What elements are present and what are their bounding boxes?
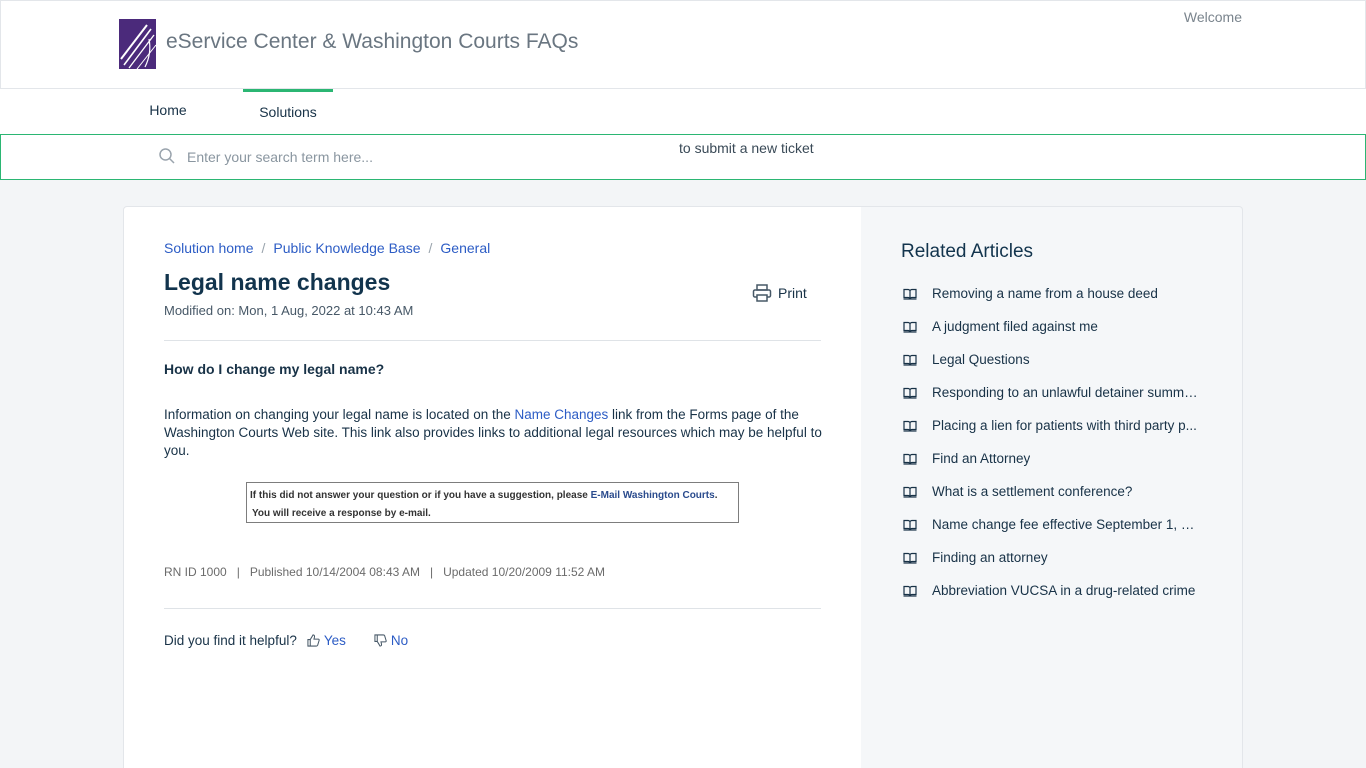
- book-icon: [903, 486, 917, 498]
- related-article-title: Placing a lien for patients with third p…: [932, 418, 1197, 433]
- book-icon: [903, 552, 917, 564]
- breadcrumb-public-knowledge-base[interactable]: Public Knowledge Base: [273, 240, 420, 256]
- book-icon: [903, 321, 917, 333]
- feedback-yes-button[interactable]: Yes: [307, 633, 346, 648]
- tab-home[interactable]: Home: [125, 89, 211, 134]
- notice-line-2: You will receive a response by e-mail.: [252, 508, 431, 519]
- modified-date: Modified on: Mon, 1 Aug, 2022 at 10:43 A…: [164, 303, 414, 318]
- feedback-yes-label: Yes: [323, 633, 346, 648]
- related-article-title: A judgment filed against me: [932, 319, 1098, 334]
- search-icon: [159, 148, 175, 164]
- related-article-item[interactable]: What is a settlement conference?: [903, 475, 1200, 508]
- article-body: Information on changing your legal name …: [164, 406, 824, 460]
- notice-text: If this did not answer your question or …: [250, 490, 591, 501]
- related-article-title: What is a settlement conference?: [932, 484, 1133, 499]
- name-changes-link[interactable]: Name Changes: [514, 407, 608, 422]
- site-logo[interactable]: [119, 19, 156, 69]
- welcome-text: Welcome: [1183, 9, 1242, 25]
- related-article-title: Responding to an unlawful detainer summo…: [932, 385, 1200, 400]
- feedback-question: Did you find it helpful?: [164, 633, 297, 648]
- related-article-title: Legal Questions: [932, 352, 1030, 367]
- main-nav: Home Solutions: [0, 89, 1366, 134]
- related-article-item[interactable]: Find an Attorney: [903, 442, 1200, 475]
- related-articles-list: Removing a name from a house deed A judg…: [903, 277, 1200, 607]
- breadcrumb: Solution home / Public Knowledge Base / Gene…: [164, 240, 490, 256]
- related-article-item[interactable]: Abbreviation VUCSA in a drug-related cri…: [903, 574, 1200, 607]
- related-article-item[interactable]: A judgment filed against me: [903, 310, 1200, 343]
- book-icon: [903, 420, 917, 432]
- article-question: How do I change my legal name?: [164, 361, 385, 377]
- divider: [164, 608, 821, 609]
- thumbs-up-icon: [307, 634, 320, 647]
- related-article-title: Abbreviation VUCSA in a drug-related cri…: [932, 583, 1196, 598]
- book-icon: [903, 453, 917, 465]
- submit-ticket-text: to submit a new ticket: [679, 140, 814, 156]
- book-icon: [903, 354, 917, 366]
- breadcrumb-separator: /: [428, 240, 433, 256]
- divider: [164, 340, 821, 341]
- printer-icon: [752, 284, 772, 302]
- breadcrumb-separator: /: [261, 240, 266, 256]
- book-icon: [903, 519, 917, 531]
- article-meta: RN ID 1000 | Published 10/14/2004 08:43 AM…: [164, 565, 605, 579]
- article-title: Legal name changes: [164, 269, 391, 295]
- book-icon: [903, 585, 917, 597]
- rn-id: RN ID 1000: [164, 565, 227, 579]
- print-label: Print: [778, 285, 807, 301]
- book-icon: [903, 288, 917, 300]
- breadcrumb-solution-home[interactable]: Solution home: [164, 240, 254, 256]
- feedback-no-button[interactable]: No: [374, 633, 408, 648]
- contact-notice-box: If this did not answer your question or …: [246, 482, 739, 523]
- notice-line-1: If this did not answer your question or …: [250, 487, 735, 505]
- related-articles-panel: Related Articles Removing a name from a …: [861, 206, 1243, 768]
- breadcrumb-general[interactable]: General: [440, 240, 490, 256]
- related-articles-title: Related Articles: [901, 241, 1034, 262]
- related-article-title: Removing a name from a house deed: [932, 286, 1158, 301]
- related-article-item[interactable]: Placing a lien for patients with third p…: [903, 409, 1200, 442]
- related-article-item[interactable]: Legal Questions: [903, 343, 1200, 376]
- search-bar: to submit a new ticket: [0, 134, 1366, 180]
- print-button[interactable]: Print: [752, 281, 807, 305]
- related-article-item[interactable]: Name change fee effective September 1, 2…: [903, 508, 1200, 541]
- updated-date: Updated 10/20/2009 11:52 AM: [443, 565, 605, 579]
- email-washington-courts-link[interactable]: E-Mail Washington Courts: [591, 490, 715, 501]
- body-text-part: Information on changing your legal name …: [164, 407, 515, 422]
- feedback-section: Did you find it helpful? Yes No: [164, 633, 408, 648]
- related-article-item[interactable]: Removing a name from a house deed: [903, 277, 1200, 310]
- notice-text: .: [714, 490, 718, 501]
- thumbs-down-icon: [374, 634, 387, 647]
- tab-solutions[interactable]: Solutions: [243, 89, 333, 134]
- published-date: Published 10/14/2004 08:43 AM: [249, 565, 420, 579]
- search-input[interactable]: [179, 143, 579, 171]
- related-article-title: Finding an attorney: [932, 550, 1048, 565]
- related-article-title: Find an Attorney: [932, 451, 1031, 466]
- book-icon: [903, 387, 917, 399]
- related-article-title: Name change fee effective September 1, 2…: [932, 517, 1200, 532]
- related-article-item[interactable]: Finding an attorney: [903, 541, 1200, 574]
- related-article-item[interactable]: Responding to an unlawful detainer summo…: [903, 376, 1200, 409]
- feedback-no-label: No: [390, 633, 409, 648]
- article-card: Solution home / Public Knowledge Base / Gene…: [123, 206, 862, 768]
- site-title[interactable]: eService Center & Washington Courts FAQs: [166, 30, 578, 54]
- site-header: eService Center & Washington Courts FAQs…: [0, 0, 1366, 89]
